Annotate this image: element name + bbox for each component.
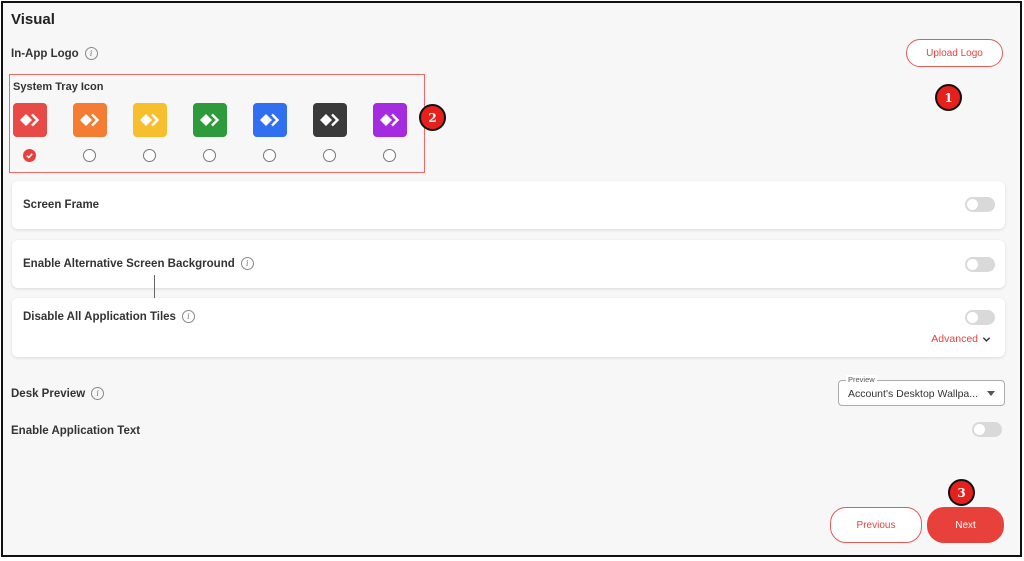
tray-app-icon[interactable] — [313, 103, 347, 137]
tray-radio[interactable] — [203, 149, 216, 162]
tray-app-icon[interactable] — [133, 103, 167, 137]
tray-app-icon[interactable] — [73, 103, 107, 137]
previous-button[interactable]: Previous — [830, 507, 922, 543]
app-logo-icon — [380, 113, 400, 127]
disable-tiles-toggle[interactable] — [965, 310, 995, 325]
app-logo-icon — [320, 113, 340, 127]
disable-tiles-label: Disable All Application Tiles — [23, 310, 176, 323]
advanced-toggle[interactable]: Advanced — [931, 333, 991, 345]
tray-radio[interactable] — [383, 149, 396, 162]
disable-tiles-card: Disable All Application Tiles i Advanced — [12, 298, 1005, 357]
tray-radio-selected[interactable] — [23, 149, 36, 162]
app-logo-icon — [80, 113, 100, 127]
alt-background-label: Enable Alternative Screen Background — [23, 257, 235, 270]
visual-settings-panel: Visual In-App Logo i Upload Logo 1 Syste… — [1, 1, 1022, 557]
desk-preview-row: Desk Preview i — [11, 387, 105, 400]
desk-preview-label: Desk Preview — [11, 387, 86, 400]
app-logo-icon — [140, 113, 160, 127]
screen-frame-label: Screen Frame — [23, 199, 99, 211]
upload-logo-button[interactable]: Upload Logo — [906, 39, 1003, 67]
chevron-down-icon — [982, 336, 991, 342]
info-icon[interactable]: i — [240, 257, 254, 270]
tray-radio[interactable] — [263, 149, 276, 162]
in-app-logo-label: In-App Logo — [11, 47, 79, 60]
info-icon[interactable]: i — [181, 310, 195, 323]
advanced-label: Advanced — [931, 333, 978, 345]
tray-app-icon[interactable] — [253, 103, 287, 137]
alt-background-card: Enable Alternative Screen Background i — [12, 240, 1005, 288]
callout-badge-2: 2 — [419, 104, 446, 131]
screen-frame-card: Screen Frame — [12, 181, 1005, 229]
app-logo-icon — [200, 113, 220, 127]
next-button[interactable]: Next — [927, 507, 1004, 543]
tray-app-icon[interactable] — [193, 103, 227, 137]
app-text-toggle[interactable] — [972, 422, 1002, 437]
app-logo-icon — [260, 113, 280, 127]
info-icon[interactable]: i — [91, 387, 105, 400]
alt-background-row: Enable Alternative Screen Background i — [23, 257, 254, 270]
app-text-row: Enable Application Text — [11, 425, 140, 437]
callout-badge-1: 1 — [935, 84, 962, 111]
callout-badge-3: 3 — [948, 479, 975, 506]
disable-tiles-row: Disable All Application Tiles i — [23, 310, 195, 323]
preview-select-legend: Preview — [846, 375, 877, 384]
in-app-logo-row: In-App Logo i — [11, 47, 98, 60]
app-text-label: Enable Application Text — [11, 425, 141, 437]
preview-select-value: Account's Desktop Wallpa... — [848, 388, 979, 400]
preview-select[interactable]: Preview Account's Desktop Wallpa... — [838, 375, 1005, 406]
alt-background-toggle[interactable] — [965, 257, 995, 272]
page-title: Visual — [11, 11, 55, 28]
caret-down-icon — [987, 391, 995, 396]
tray-radio[interactable] — [83, 149, 96, 162]
info-icon[interactable]: i — [84, 47, 98, 60]
check-icon — [26, 153, 33, 159]
tray-app-icon[interactable] — [13, 103, 47, 137]
tray-app-icon[interactable] — [373, 103, 407, 137]
tray-radio[interactable] — [323, 149, 336, 162]
system-tray-icon-section: System Tray Icon — [9, 74, 425, 173]
screen-frame-text: Screen Frame — [23, 199, 100, 211]
screen-frame-toggle[interactable] — [965, 197, 995, 212]
tray-radio[interactable] — [143, 149, 156, 162]
system-tray-icon-label: System Tray Icon — [13, 81, 104, 93]
app-logo-icon — [20, 113, 40, 127]
